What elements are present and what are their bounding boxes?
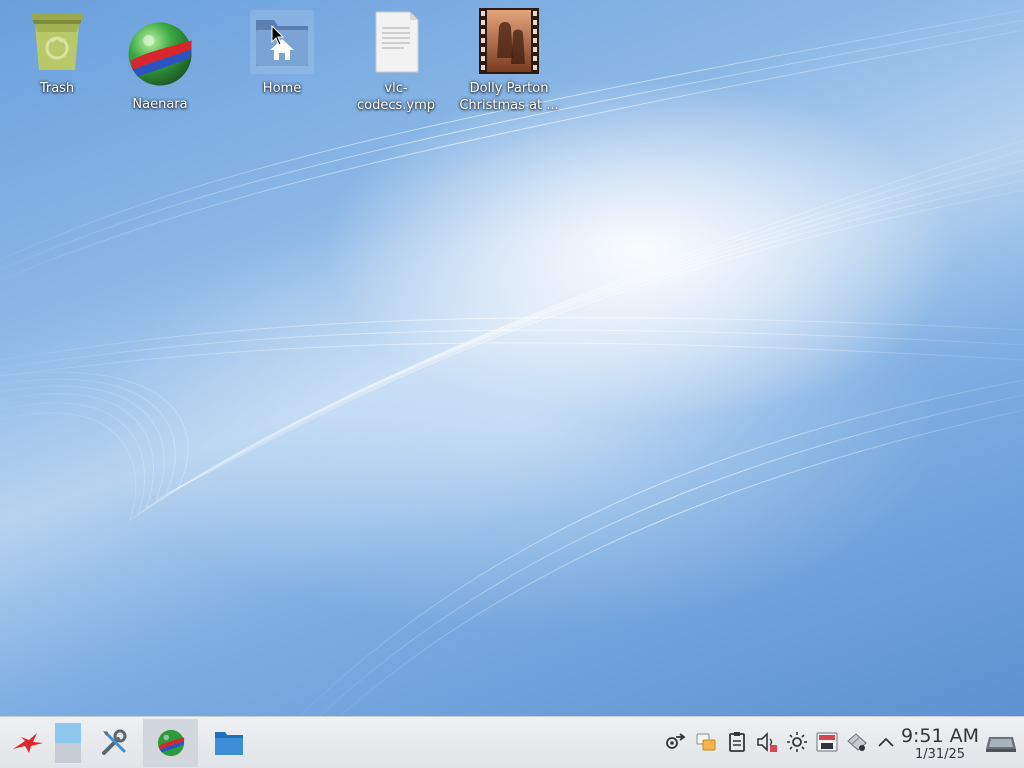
desktop-icon-label: Naenara xyxy=(132,97,188,112)
desktop-icon-naenara[interactable]: Naenara xyxy=(110,18,210,113)
volume-muted-icon[interactable] xyxy=(756,731,778,753)
red-star-icon xyxy=(13,733,43,753)
mouse-cursor-icon xyxy=(271,25,285,46)
notifications-icon[interactable] xyxy=(695,731,717,753)
file-manager-button[interactable] xyxy=(206,719,252,767)
system-settings-button[interactable] xyxy=(92,719,136,767)
removable-device-icon[interactable] xyxy=(846,731,868,753)
clock-time: 9:51 AM xyxy=(900,725,980,747)
digital-clock[interactable]: 9:51 AM 1/31/25 xyxy=(897,725,983,763)
tools-icon xyxy=(102,729,127,755)
text-file-icon xyxy=(375,11,419,73)
desktop-icon-dolly-parton-video[interactable]: Dolly Parton Christmas at ... xyxy=(459,8,559,114)
pager-icon xyxy=(55,723,81,763)
clock-date: 1/31/25 xyxy=(914,747,966,762)
application-menu-button[interactable] xyxy=(6,719,50,767)
globe-browser-icon xyxy=(128,22,192,86)
desktop[interactable]: Trash Naenara Home vlc-codecs.ymp Dolly … xyxy=(0,0,1024,716)
desktop-icon-home[interactable]: Home xyxy=(232,10,332,97)
show-desktop-icon[interactable] xyxy=(985,733,1017,753)
desktop-icon-vlc-codecs[interactable]: vlc-codecs.ymp xyxy=(346,10,446,114)
taskbar-task-naenara[interactable] xyxy=(143,719,198,767)
trash-icon xyxy=(31,14,83,70)
desktop-icon-label: Trash xyxy=(39,81,75,96)
clipboard-icon[interactable] xyxy=(726,731,748,753)
video-file-icon xyxy=(479,8,539,74)
desktop-icon-label: vlc-codecs.ymp xyxy=(356,81,435,113)
network-icon[interactable] xyxy=(664,731,686,753)
storage-icon[interactable] xyxy=(816,731,838,753)
desktop-icon-trash[interactable]: Trash xyxy=(7,10,107,97)
desktop-icon-label: Home xyxy=(262,81,302,96)
folder-icon xyxy=(215,732,243,755)
globe-browser-icon xyxy=(157,729,184,757)
desktop-icon-label: Dolly Parton Christmas at ... xyxy=(459,81,559,113)
brightness-icon[interactable] xyxy=(786,731,808,753)
desktop-pager[interactable] xyxy=(54,719,82,767)
expand-tray-icon[interactable] xyxy=(875,731,897,753)
taskbar: 9:51 AM 1/31/25 xyxy=(0,716,1024,768)
